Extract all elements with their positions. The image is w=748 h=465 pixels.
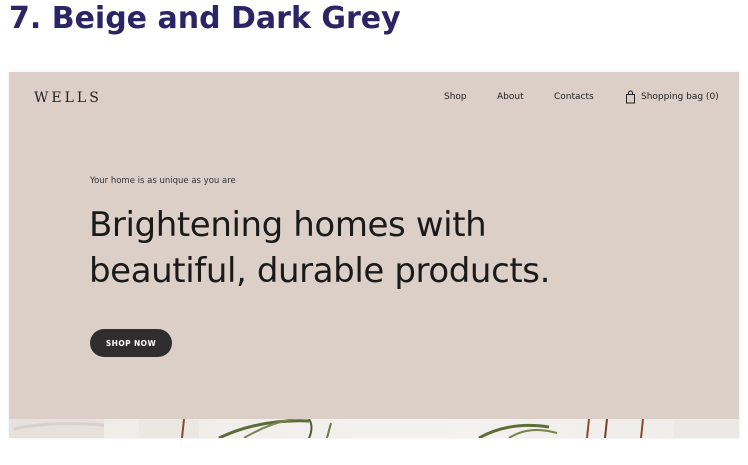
hero-title-line-2: beautiful, durable products. xyxy=(89,251,551,291)
nav-shop-link[interactable]: Shop xyxy=(444,92,467,102)
shop-now-button[interactable]: SHOP NOW xyxy=(90,329,172,357)
hero-title: Brightening homes with beautiful, durabl… xyxy=(89,202,649,294)
website-screenshot: WELLS Shop About Contacts Shopping bag (… xyxy=(9,72,739,438)
shopping-bag-icon xyxy=(625,90,636,104)
nav-about-link[interactable]: About xyxy=(497,92,524,102)
shopping-bag-label: Shopping bag (0) xyxy=(641,92,719,102)
hero-title-line-1: Brightening homes with xyxy=(89,205,487,245)
product-photo-strip xyxy=(9,419,739,438)
main-nav: Shop About Contacts Shopping bag (0) xyxy=(9,90,739,106)
article-heading: 7. Beige and Dark Grey xyxy=(9,1,401,36)
nav-contacts-link[interactable]: Contacts xyxy=(554,92,594,102)
shopping-bag-link[interactable]: Shopping bag (0) xyxy=(625,90,719,104)
hero-tagline: Your home is as unique as you are xyxy=(90,176,236,186)
